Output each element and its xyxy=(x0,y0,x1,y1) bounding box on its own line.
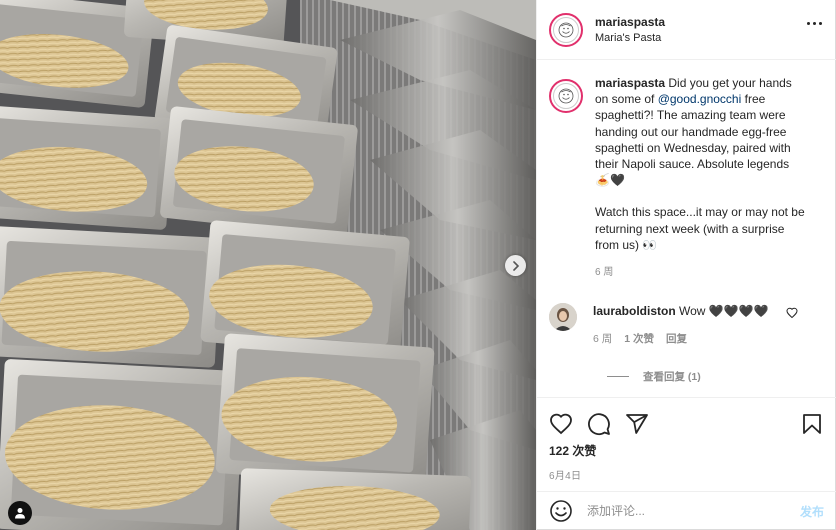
avatar-logo xyxy=(553,16,579,43)
avatar-logo xyxy=(553,83,579,109)
commenter-avatar[interactable] xyxy=(549,303,577,332)
share-icon xyxy=(626,414,648,434)
more-dot xyxy=(819,22,822,25)
like-count[interactable]: 122 次赞 xyxy=(549,442,824,459)
comment-text: Wow 🖤🖤🖤🖤 xyxy=(679,304,769,319)
post-photo[interactable] xyxy=(0,0,536,530)
instagram-post: mariaspasta Maria's Pasta mariaspasta Di… xyxy=(0,0,836,530)
chevron-right-icon xyxy=(512,260,519,271)
pasta-trays-image xyxy=(0,0,536,530)
more-dot xyxy=(813,22,816,25)
caption-body: mariaspasta Did you get your hands on so… xyxy=(595,75,807,281)
comments-section[interactable]: mariaspasta Did you get your hands on so… xyxy=(537,61,836,397)
emoji-icon xyxy=(550,500,572,522)
comment-button[interactable] xyxy=(587,412,611,436)
caption-gap xyxy=(595,188,807,204)
heart-icon xyxy=(786,308,798,319)
view-replies-line xyxy=(607,376,629,378)
bookmark-icon xyxy=(803,414,821,434)
comment-input[interactable] xyxy=(587,504,800,518)
comment-reply-button[interactable]: 回复 xyxy=(666,331,687,347)
share-button[interactable] xyxy=(625,412,649,436)
marias-pasta-logo-icon xyxy=(558,88,574,104)
more-dot xyxy=(807,22,810,25)
post-header: mariaspasta Maria's Pasta xyxy=(537,0,836,60)
post-comment-button[interactable]: 发布 xyxy=(800,503,824,520)
next-photo-button[interactable] xyxy=(505,255,526,276)
comment-time[interactable]: 6 周 xyxy=(593,331,612,347)
comment-likes[interactable]: 1 次赞 xyxy=(624,331,654,347)
header-names: mariaspasta Maria's Pasta xyxy=(595,14,665,46)
save-button[interactable] xyxy=(800,412,824,436)
header-username[interactable]: mariaspasta xyxy=(595,14,665,30)
view-replies-label: 查看回复 (1) xyxy=(643,371,701,384)
comment-meta: 6 周 1 次赞 回复 xyxy=(593,331,769,347)
post-date[interactable]: 6月4日 xyxy=(549,467,824,482)
comment-item: lauraboldiston Wow 🖤🖤🖤🖤 6 周 1 次赞 回复 xyxy=(549,303,824,347)
comment-like-heart-icon[interactable] xyxy=(786,307,798,322)
caption-text-after: free spaghetti?! The amazing team were h… xyxy=(595,92,791,188)
caption-timestamp[interactable]: 6 周 xyxy=(595,265,807,281)
user-tag-button[interactable] xyxy=(8,501,32,525)
post-caption: mariaspasta Did you get your hands on so… xyxy=(549,75,824,281)
commenter-photo xyxy=(549,303,577,332)
heart-icon xyxy=(550,413,572,435)
mention-link[interactable]: @good.gnocchi xyxy=(658,92,742,106)
caption-text: mariaspasta Did you get your hands on so… xyxy=(595,75,807,188)
more-options-icon[interactable] xyxy=(807,22,822,25)
add-comment-bar: 发布 xyxy=(537,491,836,530)
comment-body: lauraboldiston Wow 🖤🖤🖤🖤 6 周 1 次赞 回复 xyxy=(593,303,769,347)
like-button[interactable] xyxy=(549,412,573,436)
profile-avatar[interactable] xyxy=(549,12,583,47)
marias-pasta-logo-icon xyxy=(558,22,574,37)
caption-text-second: Watch this space...it may or may not be … xyxy=(595,205,805,252)
caption-username[interactable]: mariaspasta xyxy=(595,76,665,90)
header-location[interactable]: Maria's Pasta xyxy=(595,30,665,46)
view-replies-button[interactable]: 查看回复 (1) xyxy=(607,369,824,384)
comment-text-line: lauraboldiston Wow 🖤🖤🖤🖤 xyxy=(593,303,769,319)
comment-username[interactable]: lauraboldiston xyxy=(593,304,676,318)
actions-area: 122 次赞 6月4日 xyxy=(537,397,836,482)
user-tag-icon xyxy=(15,508,25,519)
caption-avatar[interactable] xyxy=(549,79,583,113)
post-details-panel: mariaspasta Maria's Pasta mariaspasta Di… xyxy=(536,0,836,530)
comment-icon xyxy=(588,413,610,436)
emoji-button[interactable] xyxy=(549,499,573,523)
